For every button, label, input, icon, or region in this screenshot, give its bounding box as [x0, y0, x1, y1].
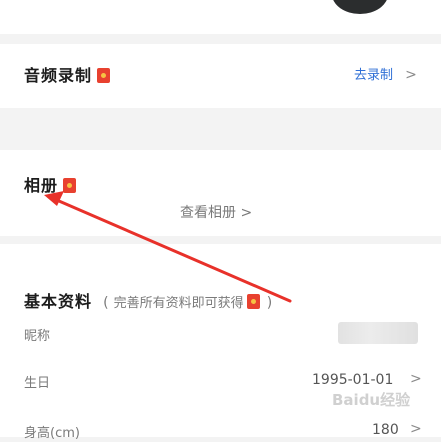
watermark: Baidu经验	[332, 391, 411, 409]
annotation-arrow	[44, 191, 292, 303]
